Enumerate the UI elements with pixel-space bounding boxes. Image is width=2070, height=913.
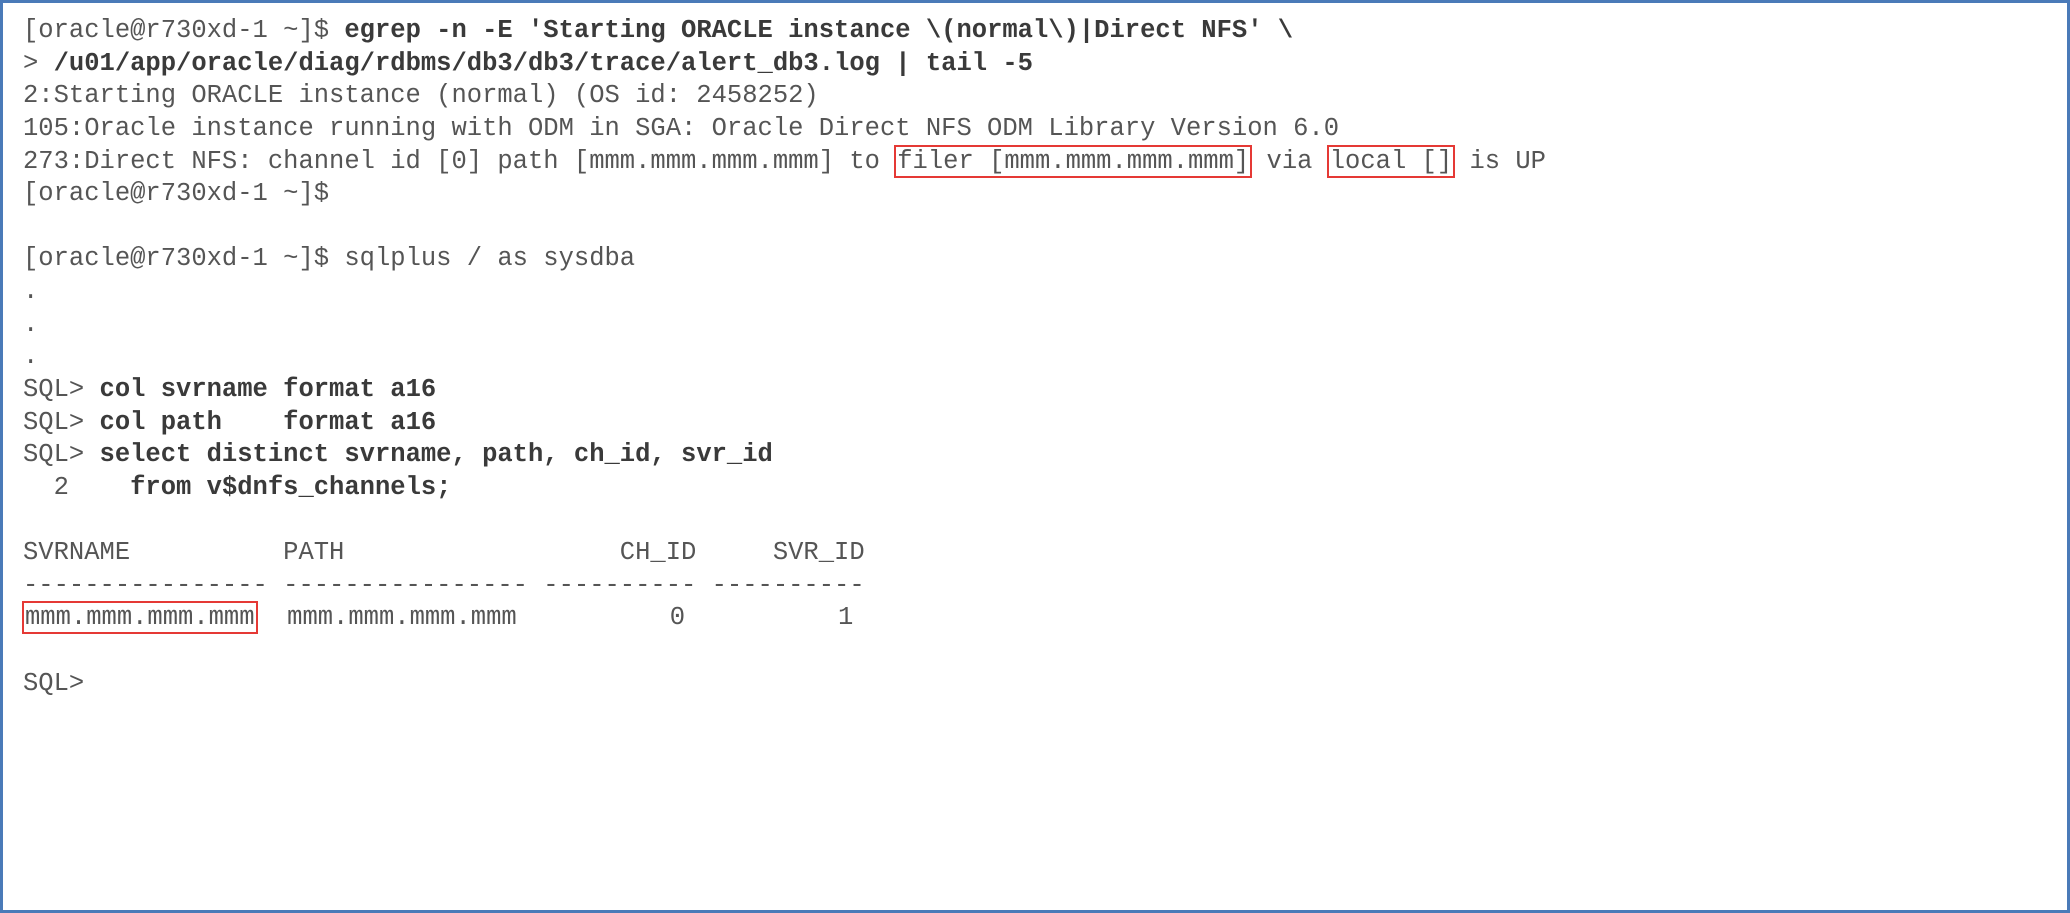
- dot-3: .: [23, 342, 38, 371]
- sql-prompt-1: SQL>: [23, 375, 100, 404]
- highlight-svrname-value: mmm.mmm.mmm.mmm: [22, 601, 258, 634]
- dot-2: .: [23, 310, 38, 339]
- command-egrep-cont: /u01/app/oracle/diag/rdbms/db3/db3/trace…: [54, 49, 1033, 78]
- sql-col-path: col path format a16: [100, 408, 437, 437]
- shell-prompt: [oracle@r730xd-1 ~]$: [23, 16, 344, 45]
- output-line-2: 105:Oracle instance running with ODM in …: [23, 114, 1339, 143]
- table-row-rest: mmm.mmm.mmm.mmm 0 1: [257, 603, 854, 632]
- shell-prompt-2: [oracle@r730xd-1 ~]$: [23, 244, 344, 273]
- output-line-3c: is UP: [1454, 147, 1546, 176]
- sql-prompt-2: SQL>: [23, 408, 100, 437]
- command-sqlplus: sqlplus / as sysdba: [344, 244, 635, 273]
- output-line-1: 2:Starting ORACLE instance (normal) (OS …: [23, 81, 819, 110]
- output-line-3a: 273:Direct NFS: channel id [0] path [mmm…: [23, 147, 895, 176]
- sql-line-2: 2: [23, 473, 130, 502]
- sql-prompt-end: SQL>: [23, 669, 84, 698]
- highlight-filer: filer [mmm.mmm.mmm.mmm]: [894, 145, 1252, 178]
- sql-col-svrname: col svrname format a16: [100, 375, 437, 404]
- continuation-prompt: >: [23, 49, 54, 78]
- sql-prompt-3: SQL>: [23, 440, 100, 469]
- terminal-output[interactable]: [oracle@r730xd-1 ~]$ egrep -n -E 'Starti…: [3, 3, 2067, 712]
- command-egrep: egrep -n -E 'Starting ORACLE instance \(…: [344, 16, 1293, 45]
- sql-from: from v$dnfs_channels;: [130, 473, 451, 502]
- table-rule: ---------------- ---------------- ------…: [23, 571, 865, 600]
- dot-1: .: [23, 277, 38, 306]
- shell-prompt-idle: [oracle@r730xd-1 ~]$: [23, 179, 329, 208]
- table-header: SVRNAME PATH CH_ID SVR_ID: [23, 538, 865, 567]
- output-line-3b: via: [1251, 147, 1328, 176]
- highlight-local: local []: [1327, 145, 1455, 178]
- sql-select: select distinct svrname, path, ch_id, sv…: [100, 440, 773, 469]
